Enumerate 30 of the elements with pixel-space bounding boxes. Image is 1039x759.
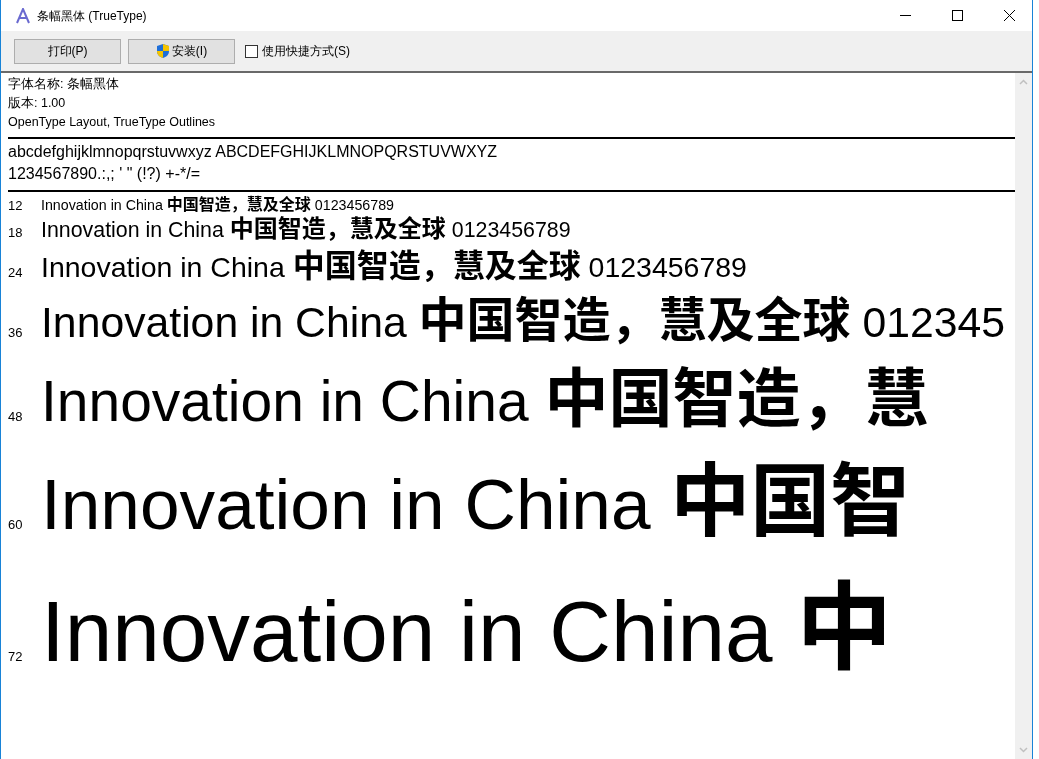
character-sample: abcdefghijklmnopqrstuvwxyz ABCDEFGHIJKLMNOPQRSTUVWXYZ	[8, 142, 498, 162]
point-size-label: 18	[8, 224, 24, 243]
point-size-label: 36	[8, 323, 24, 342]
scroll-up-icon[interactable]	[1019, 79, 1028, 85]
point-size-label: 24	[8, 264, 24, 283]
sample-text: Innovation in China 中国智造，慧及全球 0123456789	[41, 246, 747, 285]
shortcut-checkbox[interactable]: 使用快捷方式(S)	[245, 42, 350, 60]
font-app-icon	[15, 7, 31, 24]
sample-text: Innovation in China 中国智造，慧及全球 0123456789	[41, 214, 571, 245]
font-info-line: 字体名称: 条幅黑体	[8, 76, 120, 93]
scroll-down-icon[interactable]	[1019, 747, 1028, 753]
print-button[interactable]: 打印(P)	[14, 38, 121, 64]
font-info-line: 版本: 1.00	[8, 95, 67, 112]
point-size-label: 48	[8, 407, 24, 426]
scrollbar[interactable]	[1015, 73, 1032, 759]
maximize-icon	[951, 10, 963, 21]
point-size-label: 12	[8, 197, 24, 215]
install-button[interactable]: 安装(I)	[128, 38, 235, 64]
sample-text: Innovation in China 中国智造，慧及全球 0123456789	[41, 195, 394, 215]
close-icon	[1003, 10, 1015, 21]
sample-text: Innovation in China 中国智造，慧及全球 012345	[41, 290, 1006, 349]
shield-icon	[155, 43, 170, 59]
point-size-label: 72	[8, 648, 24, 667]
sample-text: Innovation in China 中国智	[41, 450, 911, 549]
character-sample: 1234567890.:,; ' " (!?) +-*/=	[8, 164, 201, 184]
point-size-label: 60	[8, 515, 24, 534]
font-info-line: OpenType Layout, TrueType Outlines	[8, 114, 217, 131]
window-title: 条幅黑体 (TrueType)	[37, 7, 147, 25]
sample-text: Innovation in China 中	[41, 568, 893, 684]
sample-text: Innovation in China 中国智造，慧	[41, 358, 929, 436]
